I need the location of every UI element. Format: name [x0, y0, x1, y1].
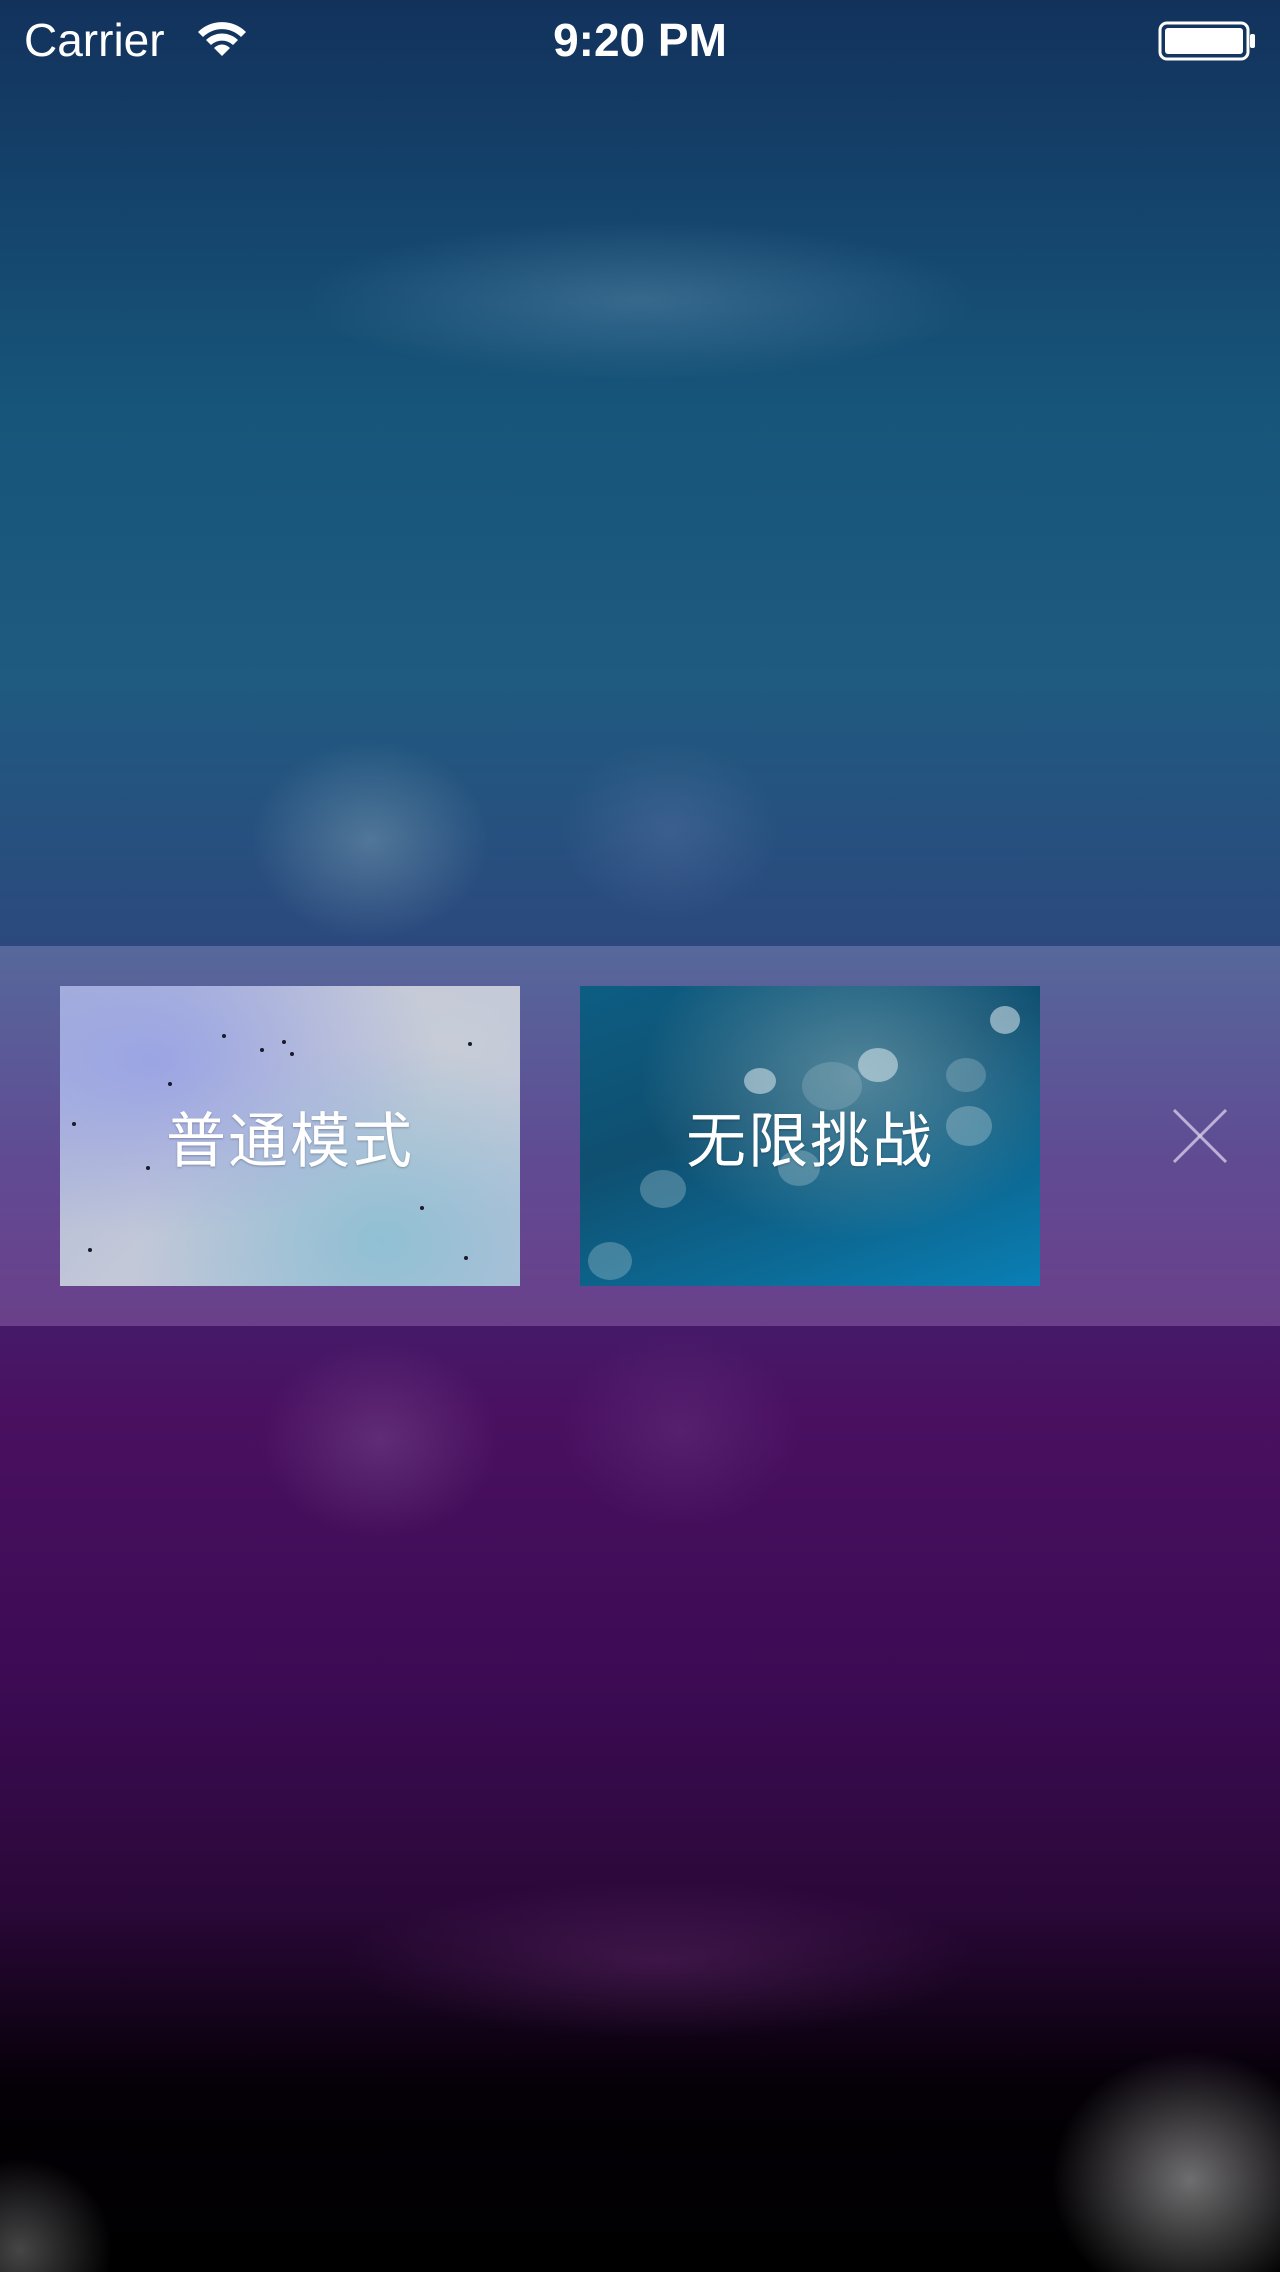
bokeh-light	[744, 1068, 776, 1094]
game-screen: Carrier 9:20 PM 普通模式 无限挑战	[0, 0, 1280, 2272]
speck	[72, 1122, 76, 1126]
bokeh-light	[946, 1058, 986, 1092]
background-glow	[340, 1880, 980, 2040]
bokeh-light	[858, 1048, 898, 1082]
endless-challenge-button[interactable]: 无限挑战	[580, 986, 1040, 1286]
bokeh-light	[946, 1106, 992, 1146]
normal-mode-label: 普通模式	[166, 1106, 414, 1177]
background-glow	[1040, 2040, 1280, 2272]
background-glow	[300, 220, 980, 380]
speck	[168, 1082, 172, 1086]
bokeh-light	[990, 1006, 1020, 1034]
background-glow	[560, 1330, 800, 1530]
bokeh-light	[640, 1170, 686, 1208]
normal-mode-button[interactable]: 普通模式	[60, 986, 520, 1286]
background-glow	[560, 740, 780, 920]
speck	[290, 1052, 294, 1056]
endless-challenge-label: 无限挑战	[686, 1106, 934, 1177]
background-glow	[0, 2150, 120, 2272]
battery-icon	[1158, 21, 1255, 61]
speck	[282, 1040, 286, 1044]
speck	[146, 1166, 150, 1170]
speck	[420, 1206, 424, 1210]
clock: 9:20 PM	[553, 14, 727, 66]
mode-selector-panel: 普通模式 无限挑战	[0, 946, 1280, 1326]
background-glow	[250, 740, 490, 940]
status-bar: Carrier 9:20 PM	[0, 0, 1280, 80]
close-icon[interactable]	[1170, 1106, 1230, 1166]
speck	[88, 1248, 92, 1252]
bokeh-light	[588, 1242, 632, 1280]
background-glow	[260, 1340, 500, 1540]
speck	[468, 1042, 472, 1046]
speck	[222, 1034, 226, 1038]
speck	[464, 1256, 468, 1260]
speck	[260, 1048, 264, 1052]
